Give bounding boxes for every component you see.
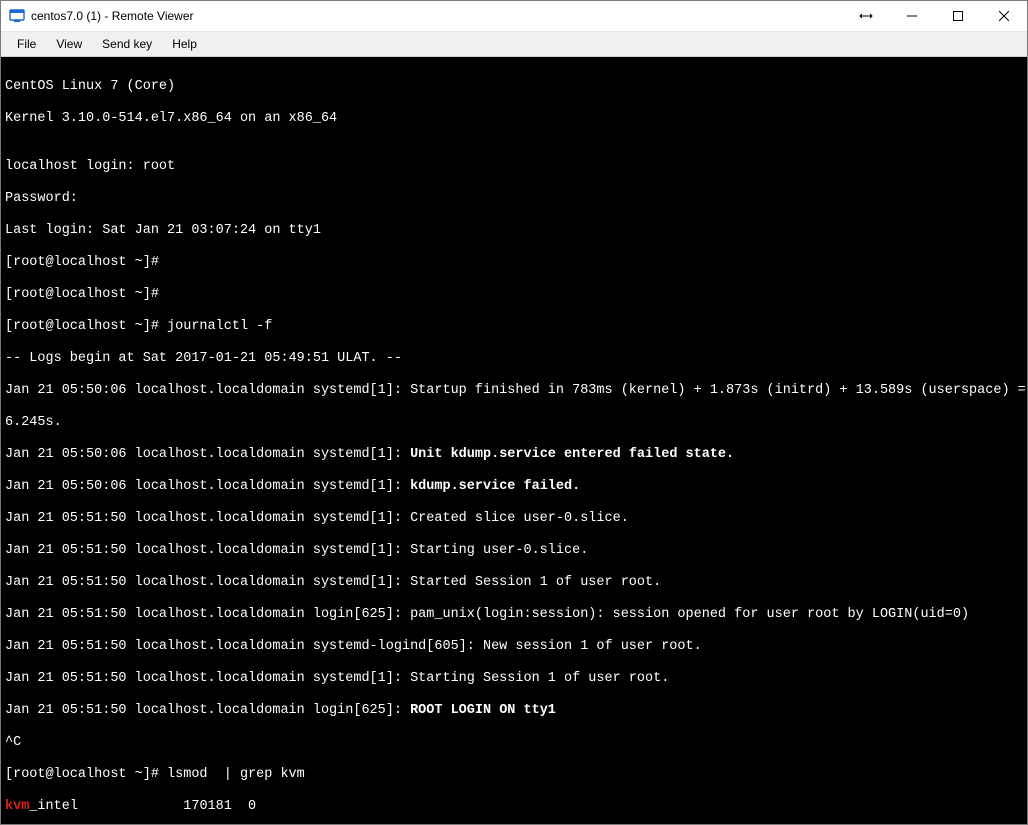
close-button[interactable]	[981, 1, 1027, 31]
menu-file[interactable]: File	[7, 34, 46, 54]
window-title: centos7.0 (1) - Remote Viewer	[31, 9, 194, 23]
terminal-line: [root@localhost ~]#	[5, 255, 1023, 271]
menu-view[interactable]: View	[46, 34, 92, 54]
terminal-line: Jan 21 05:51:50 localhost.localdomain sy…	[5, 543, 1023, 559]
minimize-button[interactable]	[889, 1, 935, 31]
menu-help[interactable]: Help	[162, 34, 207, 54]
log-prefix: Jan 21 05:51:50 localhost.localdomain lo…	[5, 703, 410, 718]
terminal-line: -- Logs begin at Sat 2017-01-21 05:49:51…	[5, 351, 1023, 367]
window-titlebar[interactable]: centos7.0 (1) - Remote Viewer	[1, 1, 1027, 32]
resize-arrows-icon[interactable]	[843, 1, 889, 31]
grep-match: kvm	[5, 799, 29, 814]
maximize-button[interactable]	[935, 1, 981, 31]
terminal-line: Jan 21 05:51:50 localhost.localdomain sy…	[5, 671, 1023, 687]
log-bold: Unit kdump.service entered failed state.	[410, 447, 734, 462]
terminal-line: Jan 21 05:51:50 localhost.localdomain lo…	[5, 607, 1023, 623]
terminal-line: Password:	[5, 191, 1023, 207]
terminal-line: Jan 21 05:50:06 localhost.localdomain sy…	[5, 447, 1023, 463]
terminal-line: [root@localhost ~]# journalctl -f	[5, 319, 1023, 335]
terminal-line: Jan 21 05:51:50 localhost.localdomain sy…	[5, 511, 1023, 527]
terminal-line: ^C	[5, 735, 1023, 751]
terminal-line: localhost login: root	[5, 159, 1023, 175]
terminal-output[interactable]: CentOS Linux 7 (Core) Kernel 3.10.0-514.…	[1, 57, 1027, 824]
menu-sendkey[interactable]: Send key	[92, 34, 162, 54]
terminal-line: Jan 21 05:51:50 localhost.localdomain sy…	[5, 575, 1023, 591]
terminal-line: Last login: Sat Jan 21 03:07:24 on tty1	[5, 223, 1023, 239]
grep-rest: _intel 170181 0	[29, 799, 256, 814]
remote-viewer-window: centos7.0 (1) - Remote Viewer File View …	[0, 0, 1028, 825]
terminal-line: Jan 21 05:51:50 localhost.localdomain sy…	[5, 639, 1023, 655]
terminal-line: Kernel 3.10.0-514.el7.x86_64 on an x86_6…	[5, 111, 1023, 127]
app-icon	[9, 8, 25, 24]
log-prefix: Jan 21 05:50:06 localhost.localdomain sy…	[5, 479, 410, 494]
terminal-line: [root@localhost ~]#	[5, 287, 1023, 303]
terminal-line: 6.245s.	[5, 415, 1023, 431]
log-bold: kdump.service failed.	[410, 479, 580, 494]
terminal-line: CentOS Linux 7 (Core)	[5, 79, 1023, 95]
terminal-line: Jan 21 05:50:06 localhost.localdomain sy…	[5, 479, 1023, 495]
terminal-line: Jan 21 05:51:50 localhost.localdomain lo…	[5, 703, 1023, 719]
log-bold: ROOT LOGIN ON tty1	[410, 703, 556, 718]
log-prefix: Jan 21 05:50:06 localhost.localdomain sy…	[5, 447, 410, 462]
terminal-line: kvm_intel 170181 0	[5, 799, 1023, 815]
menu-bar: File View Send key Help	[1, 32, 1027, 57]
terminal-line: [root@localhost ~]# lsmod | grep kvm	[5, 767, 1023, 783]
terminal-line: Jan 21 05:50:06 localhost.localdomain sy…	[5, 383, 1023, 399]
